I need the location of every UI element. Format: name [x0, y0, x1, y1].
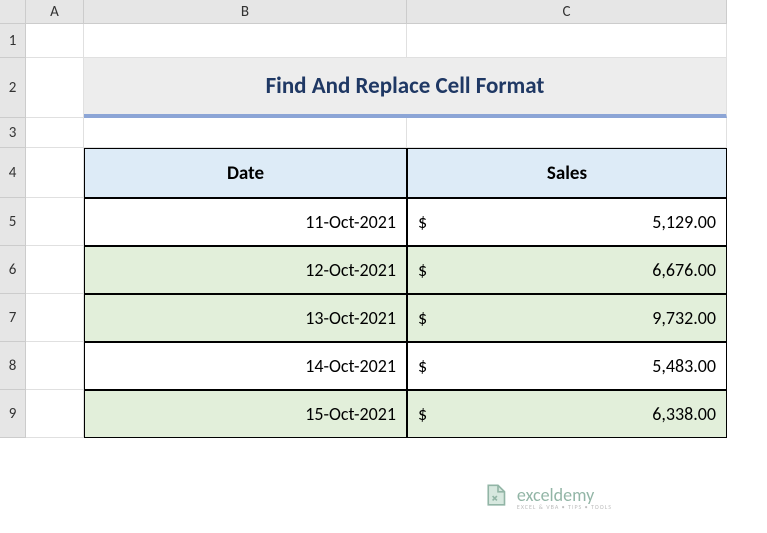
- date-cell-1[interactable]: 12-Oct-2021: [84, 246, 407, 294]
- sales-cell-0[interactable]: $ 5,129.00: [407, 198, 727, 246]
- row-header-5[interactable]: 5: [0, 198, 26, 246]
- watermark-brand: exceldemy: [517, 486, 612, 504]
- currency-symbol: $: [418, 259, 427, 281]
- cell-a7[interactable]: [26, 294, 84, 342]
- col-header-a[interactable]: A: [26, 0, 84, 24]
- sales-cell-3[interactable]: $ 5,483.00: [407, 342, 727, 390]
- cell-a6[interactable]: [26, 246, 84, 294]
- cell-a9[interactable]: [26, 390, 84, 438]
- date-cell-2[interactable]: 13-Oct-2021: [84, 294, 407, 342]
- cell-c1[interactable]: [407, 24, 727, 58]
- row-header-9[interactable]: 9: [0, 390, 26, 438]
- cell-a2[interactable]: [26, 58, 84, 118]
- currency-symbol: $: [418, 355, 427, 377]
- watermark-tagline: EXCEL & VBA • TIPS • TOOLS: [517, 504, 612, 510]
- watermark-icon: [485, 482, 511, 513]
- watermark: exceldemy EXCEL & VBA • TIPS • TOOLS: [485, 482, 612, 513]
- sales-cell-2[interactable]: $ 9,732.00: [407, 294, 727, 342]
- col-header-c[interactable]: C: [407, 0, 727, 24]
- cell-a4[interactable]: [26, 148, 84, 198]
- col-header-b[interactable]: B: [84, 0, 407, 24]
- date-cell-4[interactable]: 15-Oct-2021: [84, 390, 407, 438]
- row-header-3[interactable]: 3: [0, 118, 26, 148]
- amount-value: 5,483.00: [652, 355, 716, 377]
- row-header-1[interactable]: 1: [0, 24, 26, 58]
- cell-a3[interactable]: [26, 118, 84, 148]
- cell-c3[interactable]: [407, 118, 727, 148]
- row-header-8[interactable]: 8: [0, 342, 26, 390]
- currency-symbol: $: [418, 307, 427, 329]
- row-header-4[interactable]: 4: [0, 148, 26, 198]
- amount-value: 9,732.00: [652, 307, 716, 329]
- date-cell-0[interactable]: 11-Oct-2021: [84, 198, 407, 246]
- cell-b3[interactable]: [84, 118, 407, 148]
- header-sales[interactable]: Sales: [407, 148, 727, 198]
- currency-symbol: $: [418, 211, 427, 233]
- row-header-2[interactable]: 2: [0, 58, 26, 118]
- sales-cell-4[interactable]: $ 6,338.00: [407, 390, 727, 438]
- header-date[interactable]: Date: [84, 148, 407, 198]
- currency-symbol: $: [418, 403, 427, 425]
- date-cell-3[interactable]: 14-Oct-2021: [84, 342, 407, 390]
- title-cell[interactable]: Find And Replace Cell Format: [84, 58, 727, 118]
- row-headers: 1 2 3 4 5 6 7 8 9: [0, 24, 26, 438]
- amount-value: 6,676.00: [652, 259, 716, 281]
- row-header-6[interactable]: 6: [0, 246, 26, 294]
- cell-b1[interactable]: [84, 24, 407, 58]
- amount-value: 6,338.00: [652, 403, 716, 425]
- spreadsheet-content: Find And Replace Cell Format Date Sales …: [26, 24, 727, 438]
- cell-a8[interactable]: [26, 342, 84, 390]
- row-header-7[interactable]: 7: [0, 294, 26, 342]
- cell-a1[interactable]: [26, 24, 84, 58]
- sales-cell-1[interactable]: $ 6,676.00: [407, 246, 727, 294]
- column-headers: A B C: [26, 0, 727, 24]
- select-all-corner[interactable]: [0, 0, 26, 24]
- amount-value: 5,129.00: [652, 211, 716, 233]
- cell-a5[interactable]: [26, 198, 84, 246]
